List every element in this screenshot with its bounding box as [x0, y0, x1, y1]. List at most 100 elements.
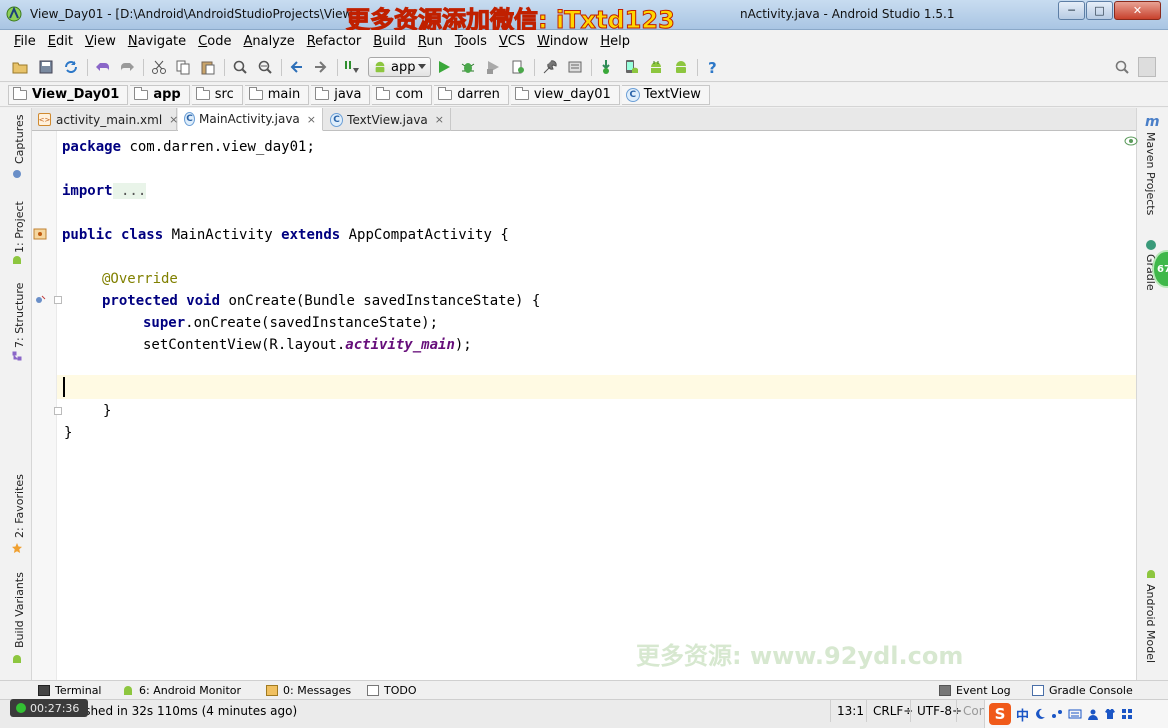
recording-timer: 00:27:36 — [10, 699, 88, 717]
breadcrumb-com[interactable]: com — [372, 84, 433, 105]
tool-label: 0: Messages — [283, 684, 352, 697]
project-tool-button[interactable]: 1: Project — [13, 201, 26, 253]
messages-tool-button[interactable]: 0: Messages — [266, 684, 351, 697]
title-bar: View_Day01 - [D:\Android\AndroidStudioPr… — [0, 0, 1168, 35]
project-structure-icon[interactable] — [542, 59, 558, 75]
avd-manager-icon[interactable] — [623, 59, 639, 75]
close-tab-icon[interactable]: × — [435, 113, 444, 126]
menu-vcs[interactable]: VCS — [493, 34, 531, 49]
android-model-tool-button[interactable]: Android Model — [1144, 584, 1157, 663]
menu-help[interactable]: Help — [594, 34, 636, 49]
structure-tool-button[interactable]: 7: Structure — [13, 283, 26, 348]
ime-language-toggle[interactable]: 中 — [1016, 705, 1029, 724]
paste-icon[interactable] — [200, 59, 216, 75]
undo-icon[interactable] — [95, 59, 111, 75]
user-icon[interactable] — [1087, 708, 1099, 720]
eye-icon[interactable] — [1124, 136, 1138, 146]
moon-icon[interactable] — [1034, 708, 1046, 720]
maven-projects-tool-button[interactable]: Maven Projects — [1144, 132, 1157, 215]
code-editor[interactable]: package com.darren.view_day01; import ..… — [32, 131, 1138, 680]
sync-icon[interactable] — [63, 59, 79, 75]
device-monitor-icon[interactable] — [648, 59, 664, 75]
open-folder-icon[interactable] — [12, 59, 28, 75]
menu-tools[interactable]: Tools — [449, 34, 493, 49]
debug-icon[interactable] — [460, 59, 476, 75]
replace-icon[interactable] — [257, 59, 273, 75]
android-icon[interactable] — [673, 59, 689, 75]
make-project-icon[interactable] — [344, 59, 360, 75]
encoding-selector[interactable]: UTF-8÷ — [910, 700, 962, 722]
menu-view[interactable]: View — [79, 34, 122, 49]
folder-icon — [376, 86, 391, 100]
terminal-tool-button[interactable]: Terminal — [38, 684, 102, 697]
captures-tool-button[interactable]: Captures — [13, 115, 26, 164]
breadcrumb-src[interactable]: src — [191, 84, 243, 105]
run-configuration-select[interactable]: app — [368, 57, 431, 77]
tab-main-activity-java[interactable]: C MainActivity.java × — [178, 108, 323, 131]
breadcrumb-view-day01[interactable]: view_day01 — [510, 84, 620, 105]
shirt-icon[interactable] — [1104, 708, 1116, 720]
activity-gutter-icon[interactable] — [33, 227, 47, 241]
menu-build[interactable]: Build — [367, 34, 412, 49]
editor-gutter[interactable] — [32, 131, 62, 680]
cut-icon[interactable] — [151, 59, 167, 75]
help-icon[interactable]: ? — [704, 59, 720, 75]
build-variants-tool-button[interactable]: Build Variants — [13, 572, 26, 648]
keyboard-icon[interactable] — [1068, 708, 1082, 720]
close-tab-icon[interactable]: × — [307, 113, 316, 126]
menu-run[interactable]: Run — [412, 34, 449, 49]
menu-edit[interactable]: Edit — [42, 34, 79, 49]
save-icon[interactable] — [38, 59, 54, 75]
attach-debugger-icon[interactable] — [510, 59, 526, 75]
coverage-icon[interactable] — [485, 59, 501, 75]
folded-imports[interactable]: ... — [112, 183, 147, 199]
breadcrumb-project[interactable]: View_Day01 — [8, 84, 129, 105]
tab-activity-main-xml[interactable]: <> activity_main.xml × — [32, 108, 178, 131]
menu-file[interactable]: File — [8, 34, 42, 49]
android-monitor-tool-button[interactable]: 6: Android Monitor — [122, 684, 241, 697]
line-separator-selector[interactable]: CRLF÷ — [866, 700, 913, 722]
override-marker-icon[interactable] — [34, 294, 46, 306]
run-configuration-label: app — [391, 59, 416, 75]
menu-window[interactable]: Window — [531, 34, 594, 49]
sync-gradle-icon[interactable] — [598, 59, 614, 75]
run-icon[interactable] — [436, 59, 452, 75]
breadcrumb-label: View_Day01 — [32, 87, 120, 102]
code-line-1: package com.darren.view_day01; — [62, 136, 315, 158]
sdk-manager-icon[interactable] — [567, 59, 583, 75]
menu-code[interactable]: Code — [192, 34, 237, 49]
gradle-console-tool-button[interactable]: Gradle Console — [1032, 684, 1133, 697]
breadcrumb-java[interactable]: java — [311, 84, 371, 105]
menu-navigate[interactable]: Navigate — [122, 34, 192, 49]
breadcrumb-darren[interactable]: darren — [434, 84, 509, 105]
back-icon[interactable] — [288, 59, 304, 75]
minimize-button[interactable]: ─ — [1058, 1, 1085, 20]
todo-tool-button[interactable]: TODO — [367, 684, 417, 697]
context-indicator[interactable]: Con — [956, 700, 986, 722]
caret-position[interactable]: 13:1 — [830, 700, 868, 722]
forward-icon[interactable] — [313, 59, 329, 75]
search-everywhere-icon[interactable] — [1114, 59, 1130, 75]
find-icon[interactable] — [232, 59, 248, 75]
event-log-tool-button[interactable]: Event Log — [939, 684, 1011, 697]
menu-analyze[interactable]: Analyze — [237, 34, 300, 49]
fold-marker-icon[interactable] — [54, 407, 62, 415]
redo-icon[interactable] — [119, 59, 135, 75]
menu-refactor[interactable]: Refactor — [301, 34, 368, 49]
breadcrumb-textview[interactable]: C TextView — [621, 84, 710, 105]
tab-textview-java[interactable]: C TextView.java × — [324, 108, 451, 131]
favorites-tool-button[interactable]: 2: Favorites — [13, 474, 26, 538]
close-button[interactable]: ✕ — [1114, 1, 1161, 20]
user-avatar[interactable] — [1138, 57, 1156, 77]
breadcrumb-module[interactable]: app — [130, 84, 190, 105]
sogou-ime-icon[interactable]: S — [989, 703, 1011, 725]
copy-icon[interactable] — [175, 59, 191, 75]
breadcrumb-main[interactable]: main — [244, 84, 310, 105]
close-tab-icon[interactable]: × — [169, 113, 178, 126]
code-text[interactable]: package com.darren.view_day01; import ..… — [62, 131, 1136, 680]
fold-marker-icon[interactable] — [54, 296, 62, 304]
maximize-button[interactable]: □ — [1086, 1, 1113, 20]
grid-icon[interactable] — [1121, 708, 1133, 720]
code-line-10: } — [64, 422, 72, 444]
punctuation-icon[interactable] — [1051, 708, 1063, 720]
